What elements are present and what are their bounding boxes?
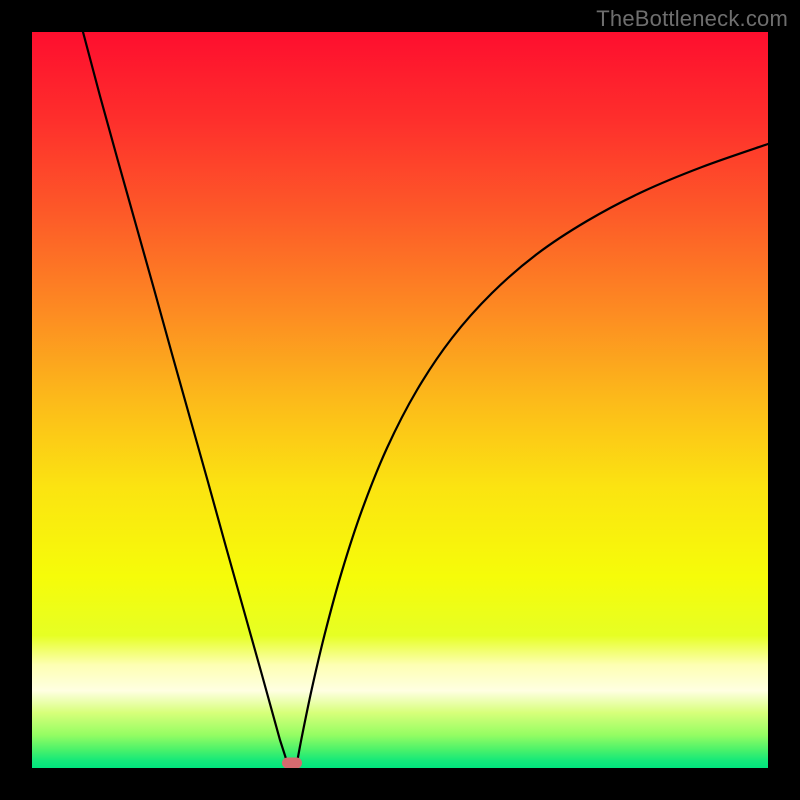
watermark-text: TheBottleneck.com [596,6,788,32]
curve-right-branch [296,144,768,768]
plot-area [32,32,768,768]
curve-left-branch [83,32,289,768]
chart-frame: TheBottleneck.com [0,0,800,800]
optimum-marker [282,758,302,769]
bottleneck-curve [32,32,768,768]
